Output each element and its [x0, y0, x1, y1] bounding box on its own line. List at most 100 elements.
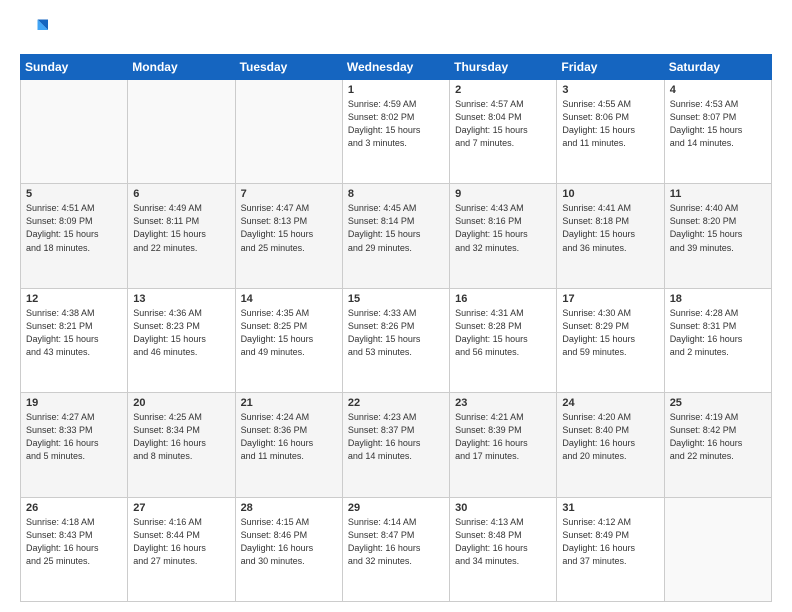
calendar-cell: 20 Sunrise: 4:25 AM Sunset: 8:34 PM Dayli… — [128, 393, 235, 497]
day-number: 8 — [348, 188, 444, 200]
day-info: Sunrise: 4:59 AM Sunset: 8:02 PM Dayligh… — [348, 98, 444, 150]
day-info: Sunrise: 4:18 AM Sunset: 8:43 PM Dayligh… — [26, 516, 122, 568]
calendar-cell: 8 Sunrise: 4:45 AM Sunset: 8:14 PM Daylig… — [342, 184, 449, 288]
calendar-week-row: 19 Sunrise: 4:27 AM Sunset: 8:33 PM Dayli… — [21, 393, 772, 497]
day-number: 29 — [348, 502, 444, 514]
day-number: 28 — [241, 502, 337, 514]
calendar-cell: 26 Sunrise: 4:18 AM Sunset: 8:43 PM Dayli… — [21, 497, 128, 601]
day-info: Sunrise: 4:24 AM Sunset: 8:36 PM Dayligh… — [241, 411, 337, 463]
day-number: 16 — [455, 293, 551, 305]
day-number: 24 — [562, 397, 658, 409]
day-number: 2 — [455, 84, 551, 96]
calendar-cell: 4 Sunrise: 4:53 AM Sunset: 8:07 PM Daylig… — [664, 80, 771, 184]
calendar-cell: 5 Sunrise: 4:51 AM Sunset: 8:09 PM Daylig… — [21, 184, 128, 288]
day-number: 7 — [241, 188, 337, 200]
day-number: 18 — [670, 293, 766, 305]
calendar-cell: 2 Sunrise: 4:57 AM Sunset: 8:04 PM Daylig… — [450, 80, 557, 184]
calendar-cell: 14 Sunrise: 4:35 AM Sunset: 8:25 PM Dayli… — [235, 288, 342, 392]
day-number: 14 — [241, 293, 337, 305]
day-number: 4 — [670, 84, 766, 96]
calendar-cell: 12Sunrise: 4:38 AM Sunset: 8:21 PM Dayli… — [21, 288, 128, 392]
calendar-week-row: 1 Sunrise: 4:59 AM Sunset: 8:02 PM Daylig… — [21, 80, 772, 184]
day-number: 22 — [348, 397, 444, 409]
day-info: Sunrise: 4:20 AM Sunset: 8:40 PM Dayligh… — [562, 411, 658, 463]
calendar-cell: 31 Sunrise: 4:12 AM Sunset: 8:49 PM Dayli… — [557, 497, 664, 601]
day-info: Sunrise: 4:25 AM Sunset: 8:34 PM Dayligh… — [133, 411, 229, 463]
calendar-cell: 27 Sunrise: 4:16 AM Sunset: 8:44 PM Dayli… — [128, 497, 235, 601]
calendar-cell: 11 Sunrise: 4:40 AM Sunset: 8:20 PM Dayli… — [664, 184, 771, 288]
day-number: 17 — [562, 293, 658, 305]
calendar-cell: 1 Sunrise: 4:59 AM Sunset: 8:02 PM Daylig… — [342, 80, 449, 184]
calendar-cell: 13 Sunrise: 4:36 AM Sunset: 8:23 PM Dayli… — [128, 288, 235, 392]
day-info: Sunrise: 4:40 AM Sunset: 8:20 PM Dayligh… — [670, 202, 766, 254]
day-number: 20 — [133, 397, 229, 409]
day-number: 13 — [133, 293, 229, 305]
day-info: Sunrise: 4:43 AM Sunset: 8:16 PM Dayligh… — [455, 202, 551, 254]
day-info: Sunrise: 4:57 AM Sunset: 8:04 PM Dayligh… — [455, 98, 551, 150]
calendar-cell: 24 Sunrise: 4:20 AM Sunset: 8:40 PM Dayli… — [557, 393, 664, 497]
day-info: Sunrise: 4:23 AM Sunset: 8:37 PM Dayligh… — [348, 411, 444, 463]
day-number: 6 — [133, 188, 229, 200]
day-info: Sunrise: 4:55 AM Sunset: 8:06 PM Dayligh… — [562, 98, 658, 150]
day-info: Sunrise: 4:38 AM Sunset: 8:21 PM Dayligh… — [26, 307, 122, 359]
page: SundayMondayTuesdayWednesdayThursdayFrid… — [0, 0, 792, 612]
day-info: Sunrise: 4:30 AM Sunset: 8:29 PM Dayligh… — [562, 307, 658, 359]
logo — [20, 16, 52, 44]
day-info: Sunrise: 4:35 AM Sunset: 8:25 PM Dayligh… — [241, 307, 337, 359]
calendar-cell: 25 Sunrise: 4:19 AM Sunset: 8:42 PM Dayli… — [664, 393, 771, 497]
day-info: Sunrise: 4:16 AM Sunset: 8:44 PM Dayligh… — [133, 516, 229, 568]
day-info: Sunrise: 4:31 AM Sunset: 8:28 PM Dayligh… — [455, 307, 551, 359]
day-number: 26 — [26, 502, 122, 514]
day-number: 23 — [455, 397, 551, 409]
day-number: 10 — [562, 188, 658, 200]
calendar-header-row: SundayMondayTuesdayWednesdayThursdayFrid… — [21, 55, 772, 80]
day-info: Sunrise: 4:12 AM Sunset: 8:49 PM Dayligh… — [562, 516, 658, 568]
day-number: 25 — [670, 397, 766, 409]
day-info: Sunrise: 4:27 AM Sunset: 8:33 PM Dayligh… — [26, 411, 122, 463]
calendar-cell: 6 Sunrise: 4:49 AM Sunset: 8:11 PM Daylig… — [128, 184, 235, 288]
col-header-saturday: Saturday — [664, 55, 771, 80]
day-number: 27 — [133, 502, 229, 514]
calendar-cell: 17 Sunrise: 4:30 AM Sunset: 8:29 PM Dayli… — [557, 288, 664, 392]
calendar-cell: 9 Sunrise: 4:43 AM Sunset: 8:16 PM Daylig… — [450, 184, 557, 288]
calendar-cell: 15Sunrise: 4:33 AM Sunset: 8:26 PM Dayli… — [342, 288, 449, 392]
day-number: 9 — [455, 188, 551, 200]
day-info: Sunrise: 4:19 AM Sunset: 8:42 PM Dayligh… — [670, 411, 766, 463]
calendar-cell: 23 Sunrise: 4:21 AM Sunset: 8:39 PM Dayli… — [450, 393, 557, 497]
col-header-tuesday: Tuesday — [235, 55, 342, 80]
day-info: Sunrise: 4:51 AM Sunset: 8:09 PM Dayligh… — [26, 202, 122, 254]
col-header-wednesday: Wednesday — [342, 55, 449, 80]
calendar-cell: 18Sunrise: 4:28 AM Sunset: 8:31 PM Dayli… — [664, 288, 771, 392]
day-number: 1 — [348, 84, 444, 96]
calendar-cell: 7Sunrise: 4:47 AM Sunset: 8:13 PM Daylig… — [235, 184, 342, 288]
calendar-cell: 30 Sunrise: 4:13 AM Sunset: 8:48 PM Dayli… — [450, 497, 557, 601]
col-header-friday: Friday — [557, 55, 664, 80]
day-number: 19 — [26, 397, 122, 409]
header — [20, 16, 772, 44]
day-info: Sunrise: 4:45 AM Sunset: 8:14 PM Dayligh… — [348, 202, 444, 254]
calendar-cell — [235, 80, 342, 184]
calendar-cell — [21, 80, 128, 184]
col-header-sunday: Sunday — [21, 55, 128, 80]
day-number: 5 — [26, 188, 122, 200]
calendar-week-row: 5 Sunrise: 4:51 AM Sunset: 8:09 PM Daylig… — [21, 184, 772, 288]
day-number: 30 — [455, 502, 551, 514]
day-info: Sunrise: 4:41 AM Sunset: 8:18 PM Dayligh… — [562, 202, 658, 254]
calendar-cell: 21Sunrise: 4:24 AM Sunset: 8:36 PM Dayli… — [235, 393, 342, 497]
generalblue-icon — [20, 16, 48, 44]
col-header-monday: Monday — [128, 55, 235, 80]
day-info: Sunrise: 4:14 AM Sunset: 8:47 PM Dayligh… — [348, 516, 444, 568]
day-number: 3 — [562, 84, 658, 96]
calendar-cell: 22 Sunrise: 4:23 AM Sunset: 8:37 PM Dayli… — [342, 393, 449, 497]
day-number: 15 — [348, 293, 444, 305]
day-number: 11 — [670, 188, 766, 200]
day-info: Sunrise: 4:49 AM Sunset: 8:11 PM Dayligh… — [133, 202, 229, 254]
day-info: Sunrise: 4:15 AM Sunset: 8:46 PM Dayligh… — [241, 516, 337, 568]
day-info: Sunrise: 4:21 AM Sunset: 8:39 PM Dayligh… — [455, 411, 551, 463]
day-info: Sunrise: 4:13 AM Sunset: 8:48 PM Dayligh… — [455, 516, 551, 568]
calendar-week-row: 12Sunrise: 4:38 AM Sunset: 8:21 PM Dayli… — [21, 288, 772, 392]
calendar-cell: 29 Sunrise: 4:14 AM Sunset: 8:47 PM Dayli… — [342, 497, 449, 601]
day-info: Sunrise: 4:53 AM Sunset: 8:07 PM Dayligh… — [670, 98, 766, 150]
day-number: 31 — [562, 502, 658, 514]
day-info: Sunrise: 4:36 AM Sunset: 8:23 PM Dayligh… — [133, 307, 229, 359]
